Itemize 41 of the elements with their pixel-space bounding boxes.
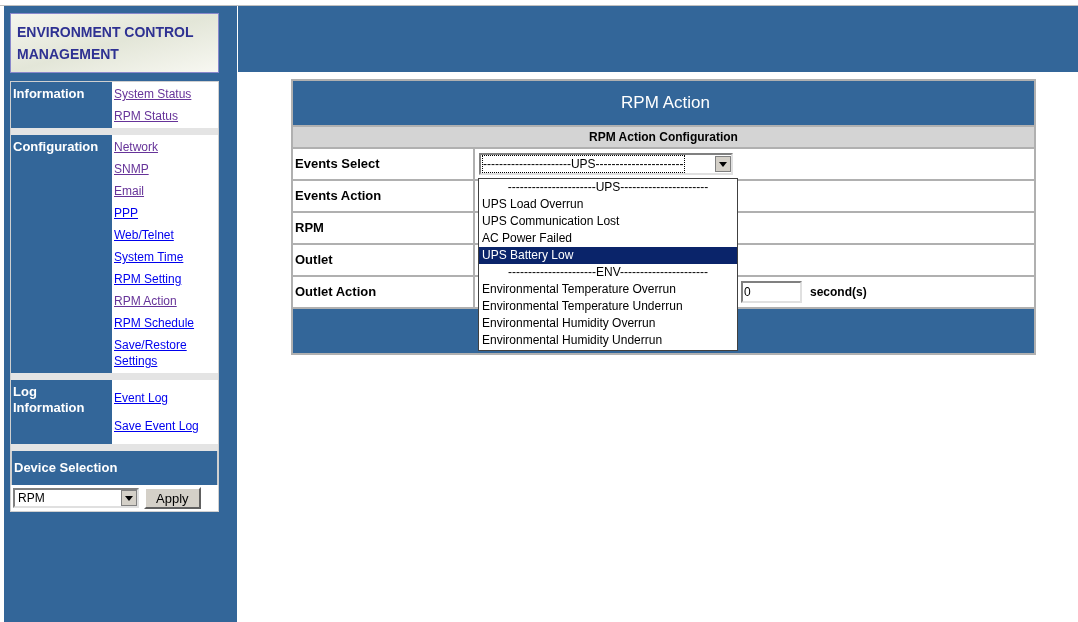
apply-button[interactable]: Apply [144,487,201,509]
row-label: Events Action [295,187,382,206]
sidebar-link[interactable]: Web/Telnet [114,227,174,243]
sidebar-link[interactable]: SNMP [114,161,149,177]
sidebar-link[interactable]: RPM Schedule [114,315,195,331]
sidebar-link[interactable]: RPM Status [114,108,179,124]
seconds-field[interactable]: 0 [741,281,802,303]
dropdown-option[interactable]: Environmental Humidity Overrun [479,315,737,332]
events-select[interactable]: ----------------------UPS---------------------- [479,153,733,175]
panel-subtitle: RPM Action Configuration [589,129,738,146]
dropdown-option[interactable]: UPS Load Overrun [479,196,737,213]
section-label: Information [13,86,86,102]
logo-title: ENVIRONMENT CONTROL MANAGEMENT [17,23,195,64]
sidebar-link[interactable]: PPP [114,205,138,221]
sidebar-link[interactable]: System Status [114,86,192,102]
dropdown-group-header[interactable]: ----------------------ENV---------------------- [479,264,737,281]
sidebar-link[interactable]: Email [114,183,144,199]
dropdown-option[interactable]: UPS Battery Low [479,247,737,264]
device-select[interactable]: RPM [13,488,139,508]
sidebar-link[interactable]: Save Event Log [114,418,199,434]
dropdown-group-header[interactable]: ----------------------UPS---------------------- [479,179,737,196]
sidebar-link[interactable]: Save/Restore Settings [114,337,216,369]
row-label: Outlet Action [295,283,377,302]
sidebar-link[interactable]: Network [114,139,158,155]
row-label: Events Select [295,155,380,174]
row-label: Outlet [295,251,333,270]
sidebar-link[interactable]: Event Log [114,390,169,406]
section-label: Device Selection [14,460,118,475]
sidebar-link[interactable]: RPM Action [114,293,177,309]
dropdown-option[interactable]: AC Power Failed [479,230,737,247]
panel-title: RPM Action [621,92,710,115]
sidebar-link[interactable]: RPM Setting [114,271,182,287]
dropdown-option[interactable]: Environmental Humidity Underrun [479,332,737,349]
dropdown-option[interactable]: Environmental Temperature Overrun [479,281,737,298]
section-label: Configuration [13,139,100,155]
row-label: RPM [295,219,324,238]
dropdown-option[interactable]: UPS Communication Lost [479,213,737,230]
unit-label: second(s) [810,284,867,301]
dropdown-option[interactable]: Environmental Temperature Underrun [479,298,737,315]
section-label: Log Information [13,384,86,416]
sidebar-link[interactable]: System Time [114,249,184,265]
